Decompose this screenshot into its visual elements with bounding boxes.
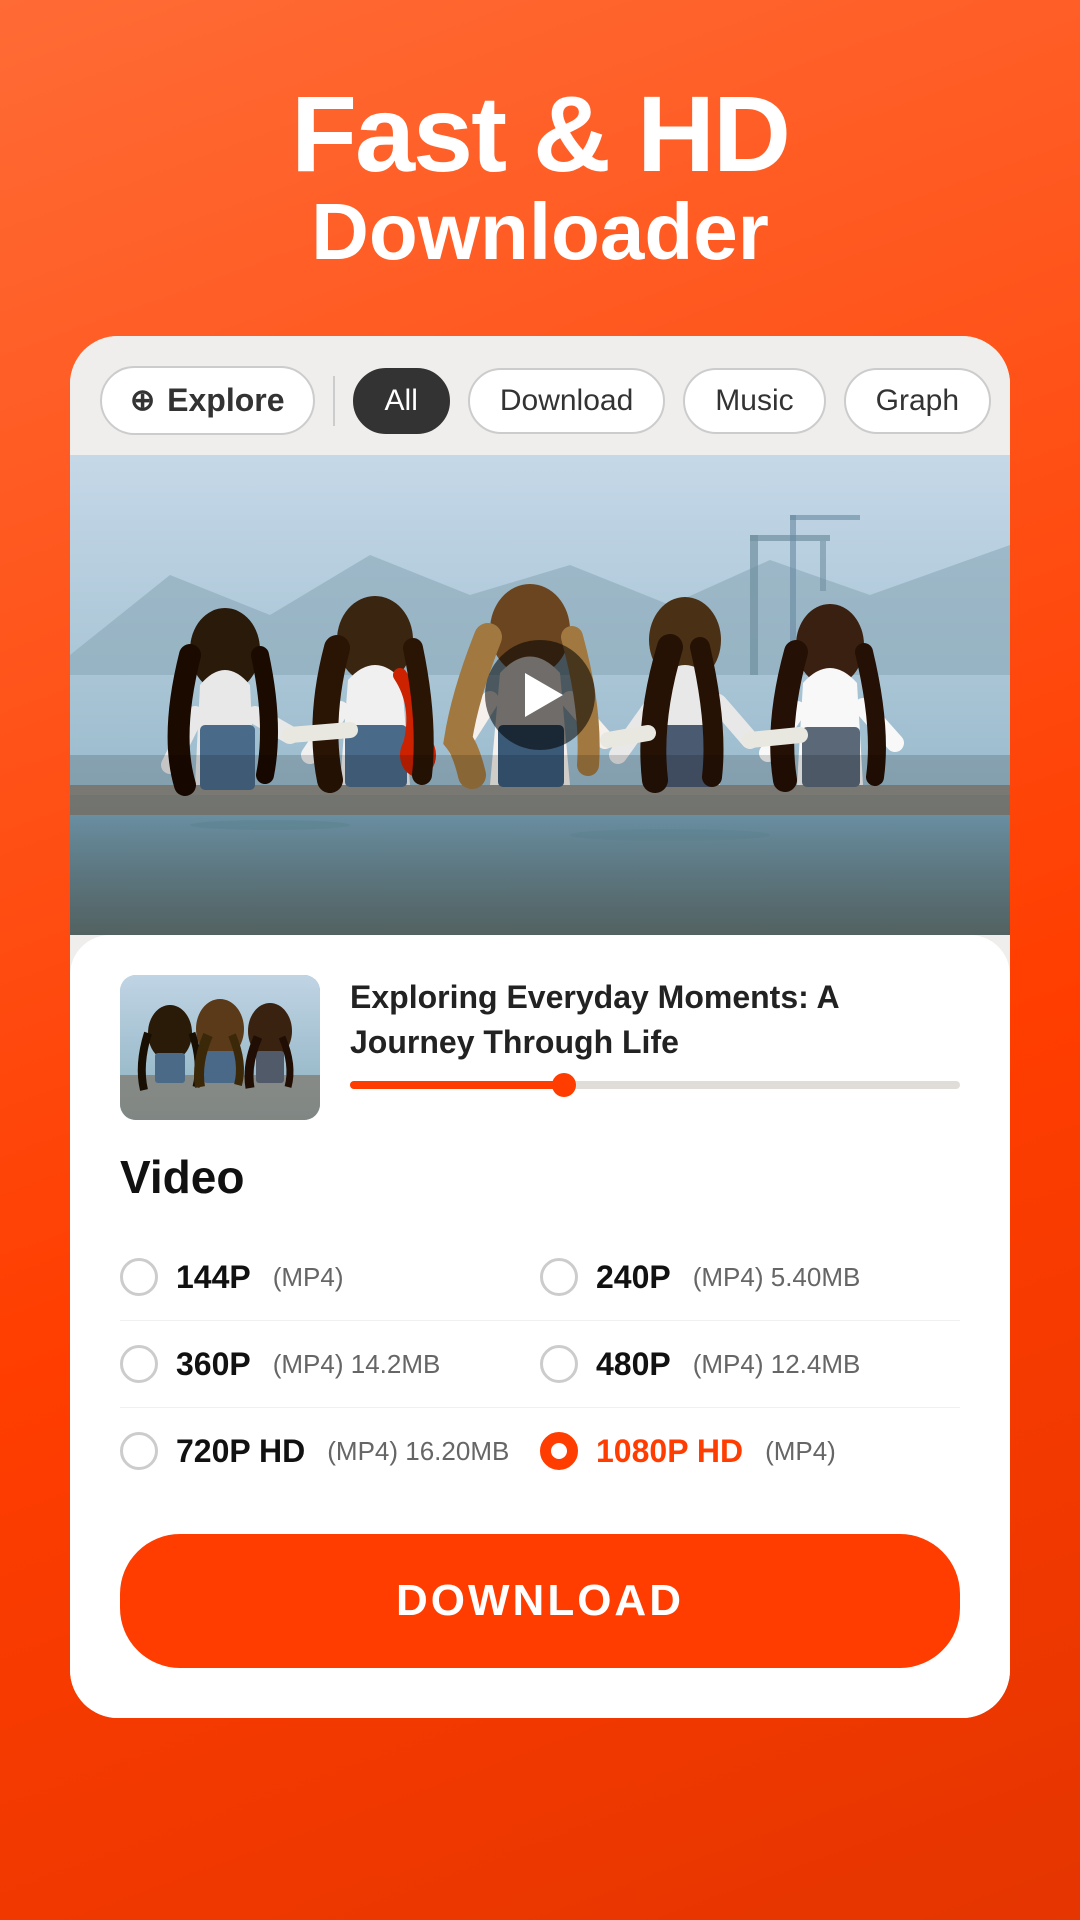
quality-detail-1080p: (MP4) bbox=[765, 1436, 836, 1467]
video-info-content: Exploring Everyday Moments: A Journey Th… bbox=[350, 975, 960, 1089]
quality-option-144p[interactable]: 144P (MP4) bbox=[120, 1234, 540, 1321]
quality-option-1080p[interactable]: 1080P HD (MP4) bbox=[540, 1408, 960, 1494]
play-icon bbox=[525, 673, 563, 717]
quality-option-480p[interactable]: 480P (MP4) 12.4MB bbox=[540, 1321, 960, 1408]
quality-detail-720p: (MP4) 16.20MB bbox=[327, 1436, 509, 1467]
nav-explore-button[interactable]: ⊕ Explore bbox=[100, 366, 315, 435]
play-button[interactable] bbox=[485, 640, 595, 750]
quality-label-360p: 360P bbox=[176, 1346, 251, 1383]
radio-1080p[interactable] bbox=[540, 1432, 578, 1470]
quality-detail-144p: (MP4) bbox=[273, 1262, 344, 1293]
video-info-row: Exploring Everyday Moments: A Journey Th… bbox=[120, 975, 960, 1120]
quality-label-240p: 240P bbox=[596, 1259, 671, 1296]
quality-label-144p: 144P bbox=[176, 1259, 251, 1296]
quality-option-720p[interactable]: 720P HD (MP4) 16.20MB bbox=[120, 1408, 540, 1494]
video-thumbnail-small bbox=[120, 975, 320, 1120]
quality-option-360p[interactable]: 360P (MP4) 14.2MB bbox=[120, 1321, 540, 1408]
header-title-line2: Downloader bbox=[40, 188, 1040, 276]
radio-dot-1080p bbox=[551, 1443, 567, 1459]
video-section-label: Video bbox=[120, 1150, 960, 1204]
quality-option-240p[interactable]: 240P (MP4) 5.40MB bbox=[540, 1234, 960, 1321]
nav-pill-graph[interactable]: Graph bbox=[844, 368, 991, 434]
header-title-line1: Fast & HD bbox=[40, 80, 1040, 188]
progress-thumb bbox=[552, 1073, 576, 1097]
progress-bar-fill bbox=[350, 1081, 564, 1089]
nav-explore-label: Explore bbox=[167, 382, 284, 419]
video-thumbnail-section bbox=[70, 455, 1010, 935]
compass-icon: ⊕ bbox=[130, 383, 155, 418]
radio-240p[interactable] bbox=[540, 1258, 578, 1296]
quality-label-720p: 720P HD bbox=[176, 1433, 305, 1470]
quality-detail-480p: (MP4) 12.4MB bbox=[693, 1349, 861, 1380]
radio-144p[interactable] bbox=[120, 1258, 158, 1296]
nav-pill-download[interactable]: Download bbox=[468, 368, 665, 434]
header-section: Fast & HD Downloader bbox=[0, 0, 1080, 336]
quality-label-480p: 480P bbox=[596, 1346, 671, 1383]
thumbnail-svg bbox=[120, 975, 320, 1120]
quality-detail-240p: (MP4) 5.40MB bbox=[693, 1262, 861, 1293]
quality-grid: 144P (MP4) 240P (MP4) 5.40MB 360P (MP4) … bbox=[120, 1234, 960, 1494]
nav-bar: ⊕ Explore All Download Music Graph bbox=[70, 336, 1010, 455]
quality-label-1080p: 1080P HD bbox=[596, 1433, 743, 1470]
radio-720p[interactable] bbox=[120, 1432, 158, 1470]
download-button[interactable]: DOWNLOAD bbox=[120, 1534, 960, 1668]
quality-detail-360p: (MP4) 14.2MB bbox=[273, 1349, 441, 1380]
progress-bar-bg bbox=[350, 1081, 960, 1089]
radio-480p[interactable] bbox=[540, 1345, 578, 1383]
main-card: ⊕ Explore All Download Music Graph bbox=[70, 336, 1010, 1718]
nav-pill-music[interactable]: Music bbox=[683, 368, 825, 434]
nav-pill-all[interactable]: All bbox=[353, 368, 450, 434]
nav-divider bbox=[333, 376, 335, 426]
video-title: Exploring Everyday Moments: A Journey Th… bbox=[350, 975, 960, 1065]
bottom-card: Exploring Everyday Moments: A Journey Th… bbox=[70, 935, 1010, 1718]
progress-bar-container bbox=[350, 1081, 960, 1089]
radio-360p[interactable] bbox=[120, 1345, 158, 1383]
